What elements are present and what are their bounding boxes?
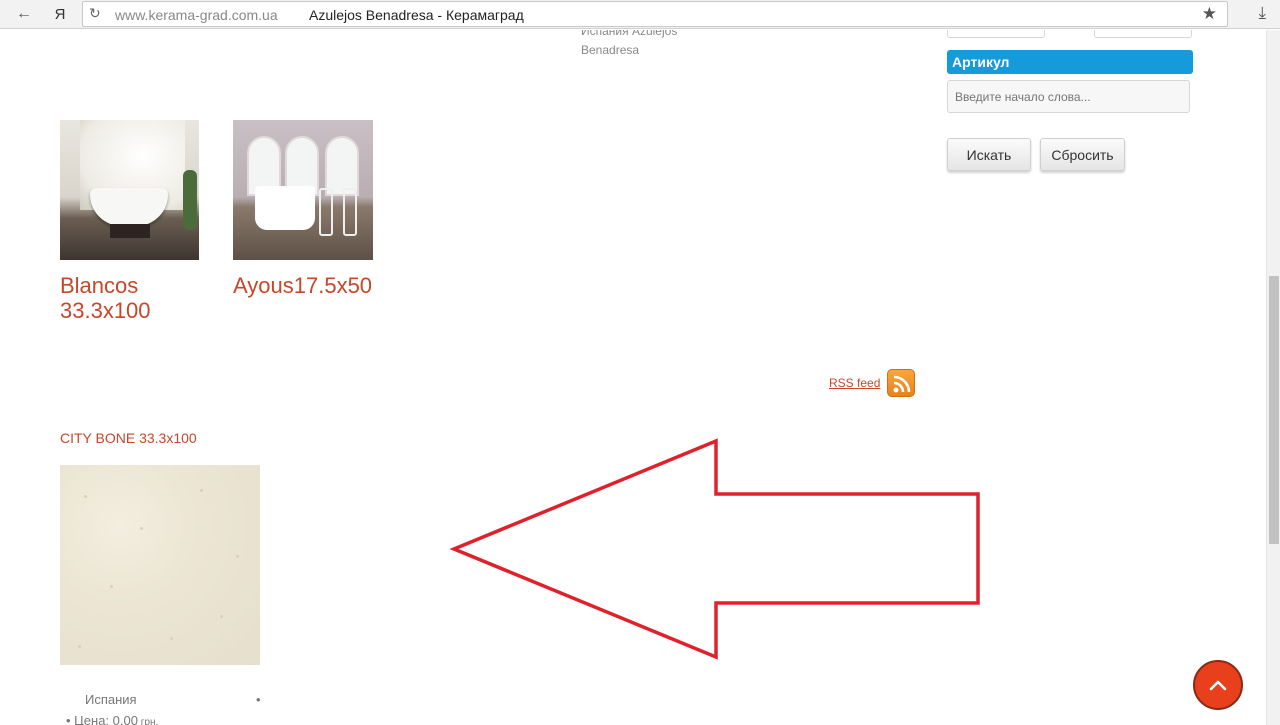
product-link-ayous[interactable]: Ayous17.5x50 [233, 273, 403, 298]
price-currency: грн. [137, 717, 159, 725]
back-arrow-icon[interactable]: ← [12, 3, 36, 25]
scrollbar-thumb[interactable] [1269, 276, 1279, 544]
product-country: Испания [85, 692, 137, 707]
texture-speck [220, 615, 223, 618]
product-image-ayous[interactable] [233, 120, 373, 260]
breadcrumb[interactable]: Испания Azulejos Benadresa [581, 30, 701, 60]
chevron-up-icon [1209, 680, 1227, 691]
image-bathtub [90, 188, 168, 226]
browser-toolbar: ← Я ↻ www.kerama-grad.com.ua Azulejos Be… [0, 0, 1280, 29]
price-label: • Цена: 0.00 [66, 713, 138, 725]
filter-field-partial[interactable] [1094, 30, 1192, 38]
download-icon[interactable]: ⤓ [1258, 3, 1266, 23]
texture-speck [236, 555, 239, 558]
featured-product-image[interactable] [60, 465, 260, 665]
artikul-header: Артикул [947, 50, 1193, 74]
page-content: Испания Azulejos Benadresa Blancos 33.3x… [0, 30, 1266, 725]
texture-speck [110, 585, 113, 588]
texture-speck [200, 489, 203, 492]
bookmark-star-icon[interactable]: ★ [1202, 4, 1217, 24]
reload-icon[interactable]: ↻ [89, 5, 101, 22]
image-plant [183, 170, 197, 230]
image-chair [343, 188, 357, 236]
page-scrollbar[interactable] [1266, 30, 1280, 725]
image-chair [319, 188, 333, 236]
image-tub-base [110, 224, 150, 238]
product-link-blancos[interactable]: Blancos 33.3x100 [60, 273, 200, 323]
search-button[interactable]: Искать [947, 138, 1031, 171]
featured-product-title[interactable]: CITY BONE 33.3x100 [60, 430, 197, 446]
address-bar[interactable]: ↻ www.kerama-grad.com.ua Azulejos Benadr… [82, 1, 1228, 27]
arrow-outline [449, 438, 980, 660]
yandex-icon[interactable]: Я [48, 3, 72, 25]
product-price: • Цена: 0.00 грн. [66, 713, 158, 725]
product-image-blancos[interactable] [60, 120, 199, 260]
reset-button[interactable]: Сбросить [1040, 138, 1125, 171]
texture-speck [84, 495, 87, 498]
image-window [325, 136, 359, 196]
red-arrow-annotation [449, 438, 980, 660]
page-title: Azulejos Benadresa - Керамаград [309, 7, 524, 23]
scroll-to-top-button[interactable] [1193, 660, 1243, 710]
filter-field-partial[interactable] [947, 30, 1045, 38]
texture-speck [170, 637, 173, 640]
rss-icon[interactable] [887, 369, 915, 397]
list-bullet: • [256, 692, 261, 707]
rss-feed-link[interactable]: RSS feed [829, 376, 880, 390]
url-text[interactable]: www.kerama-grad.com.ua [115, 7, 278, 23]
image-table [255, 186, 315, 230]
artikul-search-input[interactable] [947, 80, 1190, 113]
texture-speck [78, 645, 81, 648]
texture-speck [140, 527, 143, 530]
